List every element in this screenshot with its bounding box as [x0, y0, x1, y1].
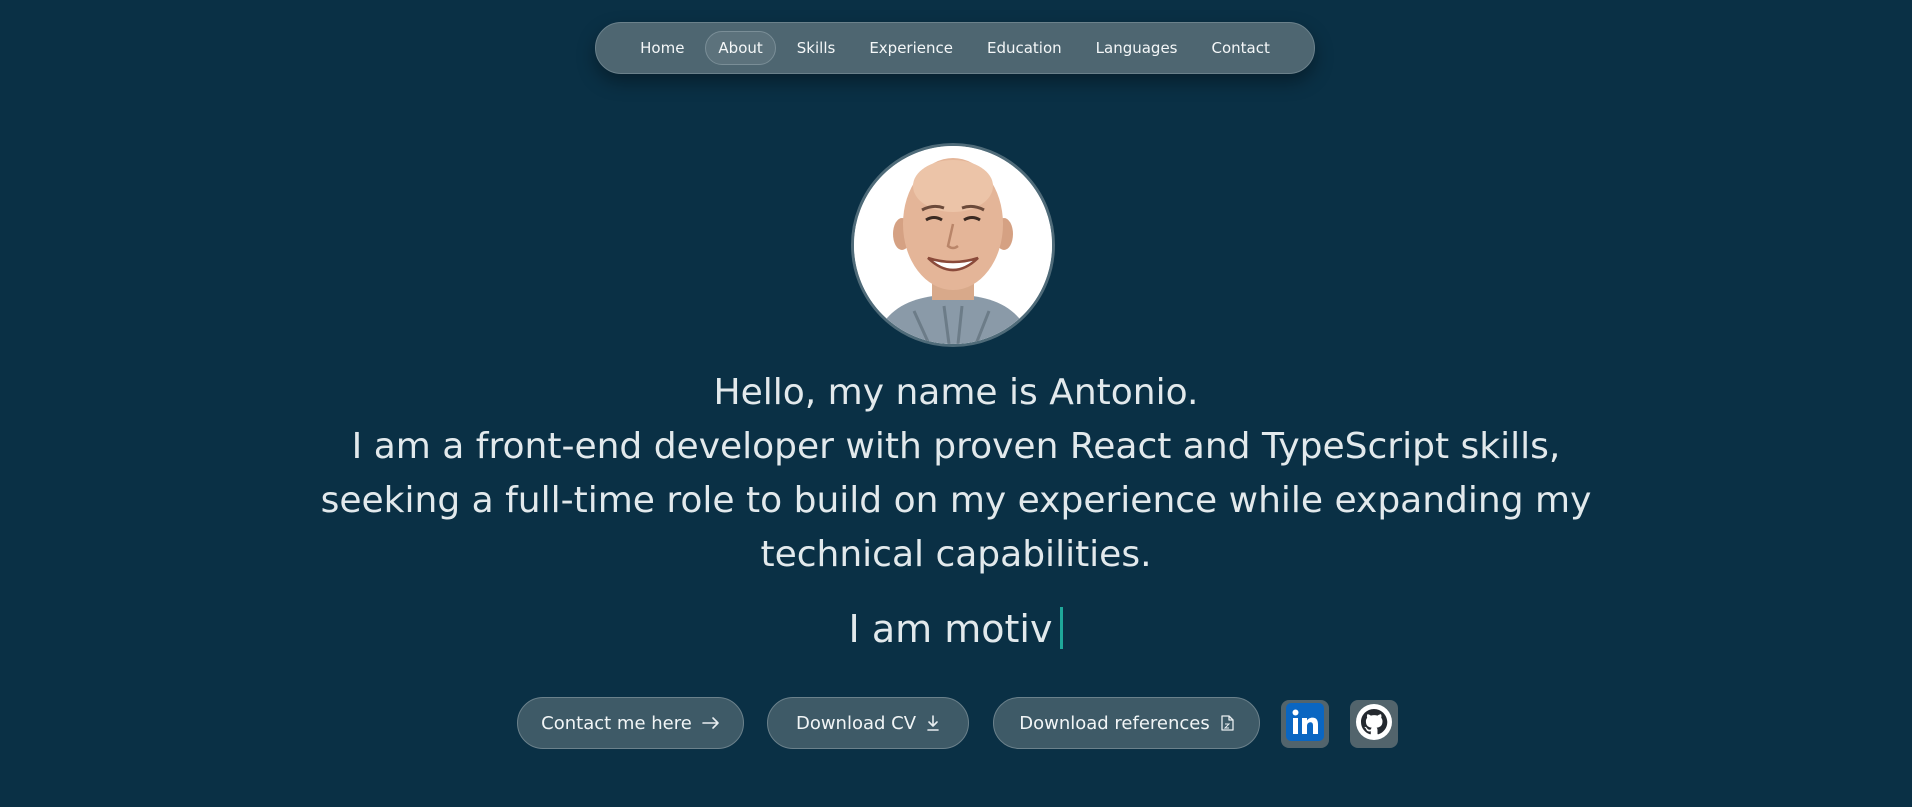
profile-photo — [851, 143, 1055, 347]
intro-line: I am a front-end developer with proven R… — [351, 426, 1561, 467]
nav-item-contact[interactable]: Contact — [1199, 31, 1283, 65]
contact-me-button[interactable]: Contact me here — [517, 697, 744, 749]
github-link[interactable] — [1350, 700, 1398, 748]
greeting-line: Hello, my name is Antonio. — [713, 372, 1199, 413]
typing-text-content: I am motiv — [848, 607, 1053, 651]
intro-text: Hello, my name is Antonio. I am a front-… — [300, 366, 1612, 582]
nav-item-home[interactable]: Home — [627, 31, 697, 65]
nav-item-languages[interactable]: Languages — [1083, 31, 1191, 65]
github-icon — [1355, 703, 1393, 745]
nav-item-experience[interactable]: Experience — [856, 31, 966, 65]
nav-item-skills[interactable]: Skills — [784, 31, 849, 65]
download-cv-button[interactable]: Download CV — [767, 697, 969, 749]
typing-caret — [1060, 607, 1064, 649]
zip-file-icon — [1220, 715, 1234, 731]
linkedin-icon — [1286, 703, 1324, 745]
download-references-label: Download references — [1019, 712, 1210, 734]
top-navigation: Home About Skills Experience Education L… — [595, 22, 1315, 74]
intro-line: seeking a full-time role to build on my … — [320, 480, 1592, 521]
nav-item-education[interactable]: Education — [974, 31, 1075, 65]
download-cv-label: Download CV — [795, 712, 917, 734]
contact-me-label: Contact me here — [541, 712, 692, 734]
action-buttons: Contact me here Download CV Download ref… — [0, 697, 1912, 749]
linkedin-link[interactable] — [1281, 700, 1329, 748]
typing-text: I am motiv — [0, 603, 1912, 655]
download-icon — [926, 715, 940, 731]
nav-item-about[interactable]: About — [705, 31, 776, 65]
download-references-button[interactable]: Download references — [993, 697, 1260, 749]
intro-line: technical capabilities. — [760, 534, 1152, 575]
arrow-right-icon — [702, 716, 720, 730]
